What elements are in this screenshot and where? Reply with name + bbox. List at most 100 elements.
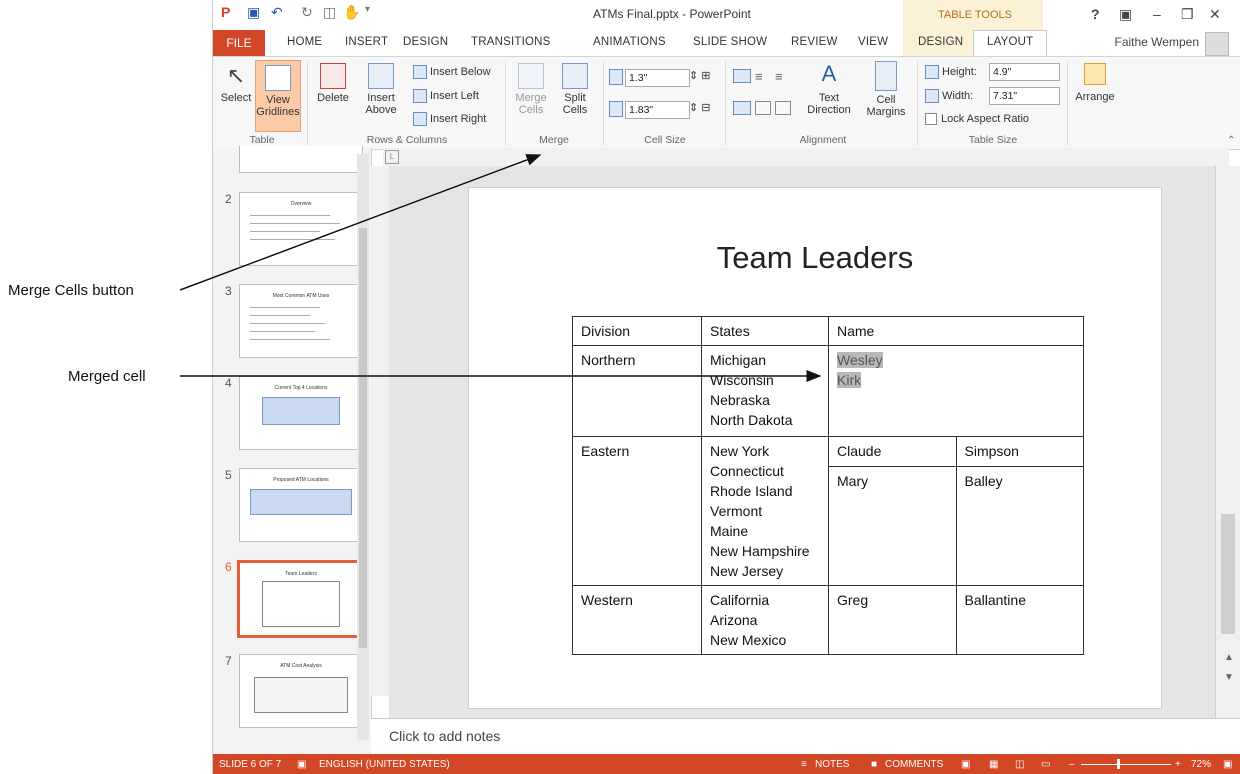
slide-scrollbar[interactable]: ▲ ▼ [1215, 166, 1240, 718]
row-height-input[interactable]: 1.3" [625, 69, 690, 87]
tab-slide-show[interactable]: SLIDE SHOW [693, 36, 767, 48]
avatar[interactable] [1205, 32, 1229, 56]
table-cell[interactable]: Eastern [572, 436, 702, 586]
redo-icon[interactable]: ↻ [301, 4, 313, 21]
table-cell[interactable]: Claude [828, 436, 957, 467]
thumbnail-slide-7[interactable]: ATM Cost Analysis [239, 654, 363, 728]
table-cell[interactable]: Western [572, 585, 702, 655]
zoom-slider[interactable] [1081, 764, 1171, 765]
table-cell[interactable]: Ballantine [955, 585, 1084, 655]
align-center-icon[interactable]: ≡ [755, 69, 763, 84]
close-icon[interactable]: ✕ [1209, 6, 1221, 23]
slide-show-icon[interactable]: ▭ [1041, 759, 1050, 770]
align-left-icon[interactable] [733, 69, 751, 83]
insert-below-button[interactable]: Insert Below [413, 65, 491, 79]
thumbnail-slide-1-partial[interactable] [239, 146, 363, 173]
thumbnail-slide-5[interactable]: Proposed ATM Locations [239, 468, 363, 542]
table-cell[interactable]: Division [572, 316, 702, 346]
align-bottom-icon[interactable] [775, 101, 791, 115]
thumbnail-slide-3[interactable]: Most Common ATM Uses [239, 284, 363, 358]
fit-slide-icon[interactable]: ▣ [1223, 759, 1232, 770]
view-gridlines-button[interactable]: View Gridlines [255, 60, 301, 132]
tab-table-design[interactable]: DESIGN [918, 36, 963, 48]
distribute-rows-icon[interactable]: ⇕ ⊞ [689, 69, 711, 82]
distribute-columns-icon[interactable]: ⇕ ⊟ [689, 101, 711, 114]
tab-review[interactable]: REVIEW [791, 36, 838, 48]
table-cell[interactable]: Northern [572, 345, 702, 437]
insert-left-button[interactable]: Insert Left [413, 89, 479, 103]
thumbnails-scroll-thumb[interactable] [359, 228, 367, 648]
notes-toggle-icon[interactable]: ≡ [801, 759, 807, 770]
insert-above-button[interactable]: Insert Above [361, 63, 401, 116]
table-cell[interactable]: Michigan Wisconsin Nebraska North Dakota [701, 345, 829, 437]
table-cell[interactable]: Simpson [955, 436, 1084, 467]
tab-selector-icon[interactable]: L [385, 150, 399, 164]
team-leaders-table[interactable]: Division States Name Northern Michigan W… [572, 316, 1084, 655]
zoom-in-icon[interactable]: + [1175, 759, 1181, 770]
zoom-out-icon[interactable]: – [1069, 759, 1075, 770]
merge-cells-button[interactable]: Merge Cells [511, 63, 551, 116]
select-button[interactable]: ↖ Select [219, 63, 253, 104]
comments-icon[interactable]: ■ [871, 759, 877, 770]
thumbnail-slide-6-selected[interactable]: Team Leaders [237, 560, 365, 638]
table-cell[interactable]: California Arizona New Mexico [701, 585, 829, 655]
table-width-input[interactable]: 7.31" [989, 87, 1060, 105]
text-direction-button[interactable]: A Text Direction [799, 61, 859, 116]
previous-slide-icon[interactable]: ▲ [1224, 652, 1234, 663]
ribbon-display-icon[interactable]: ▣ [1119, 6, 1132, 23]
tab-home[interactable]: HOME [287, 36, 322, 48]
help-icon[interactable]: ? [1091, 6, 1100, 22]
scroll-thumb[interactable] [1221, 514, 1235, 634]
reading-view-icon[interactable]: ◫ [1015, 759, 1024, 770]
notes-placeholder[interactable]: Click to add notes [389, 728, 500, 744]
notes-toggle-button[interactable]: NOTES [815, 759, 849, 770]
spelling-icon[interactable]: ▣ [297, 759, 306, 770]
insert-right-button[interactable]: Insert Right [413, 112, 486, 126]
cell-margins-button[interactable]: Cell Margins [861, 61, 911, 118]
collapse-ribbon-icon[interactable]: ⌃ [1227, 135, 1235, 146]
table-cell[interactable]: New York Connecticut Rhode Island Vermon… [701, 436, 829, 586]
table-cell[interactable]: Mary [828, 466, 957, 586]
minimize-icon[interactable]: – [1153, 6, 1161, 22]
notes-pane[interactable]: Click to add notes [371, 718, 1240, 755]
slide-title[interactable]: Team Leaders [469, 240, 1161, 276]
touch-mode-icon[interactable]: ✋ [343, 4, 360, 21]
restore-icon[interactable]: ❐ [1181, 6, 1194, 23]
next-slide-icon[interactable]: ▼ [1224, 672, 1234, 683]
language-label[interactable]: ENGLISH (UNITED STATES) [319, 759, 450, 770]
thumbnail-slide-4[interactable]: Current Top 4 Locations [239, 376, 363, 450]
align-middle-icon[interactable] [755, 101, 771, 115]
start-from-beginning-icon[interactable]: ◫ [323, 4, 336, 21]
table-cell[interactable]: Name [828, 316, 1084, 346]
tab-design[interactable]: DESIGN [403, 36, 448, 48]
normal-view-icon[interactable]: ▣ [961, 759, 970, 770]
table-cell[interactable]: Balley [955, 466, 1084, 586]
table-cell[interactable]: States [701, 316, 829, 346]
zoom-level[interactable]: 72% [1191, 759, 1211, 770]
merged-cell[interactable]: Wesley Kirk [828, 345, 1084, 437]
zoom-slider-thumb[interactable] [1117, 759, 1120, 769]
undo-icon[interactable]: ↶ [271, 4, 283, 21]
tab-insert[interactable]: INSERT [345, 36, 388, 48]
thumbnail-slide-2[interactable]: Overview [239, 192, 363, 266]
lock-aspect-ratio-checkbox[interactable]: Lock Aspect Ratio [925, 113, 1029, 126]
column-width-input[interactable]: 1.83" [625, 101, 690, 119]
align-top-icon[interactable] [733, 101, 751, 115]
table-cell[interactable]: Greg [828, 585, 957, 655]
tab-transitions[interactable]: TRANSITIONS [471, 36, 551, 48]
delete-button[interactable]: Delete [313, 63, 353, 104]
slide-6[interactable]: Team Leaders Division States Name Northe… [468, 187, 1162, 709]
split-cells-button[interactable]: Split Cells [555, 63, 595, 116]
tab-file[interactable]: FILE [213, 30, 265, 56]
align-right-icon[interactable]: ≡ [775, 69, 783, 84]
save-icon[interactable]: ▣ [247, 4, 260, 21]
tab-animations[interactable]: ANIMATIONS [593, 36, 666, 48]
tab-table-layout[interactable]: LAYOUT [987, 36, 1033, 48]
customize-qat-icon[interactable]: ▾ [365, 4, 370, 15]
comments-button[interactable]: COMMENTS [885, 759, 943, 770]
tab-view[interactable]: VIEW [858, 36, 888, 48]
table-height-input[interactable]: 4.9" [989, 63, 1060, 81]
user-name[interactable]: Faithe Wempen [1115, 35, 1200, 49]
slide-sorter-icon[interactable]: ▦ [989, 759, 998, 770]
arrange-button[interactable]: Arrange [1071, 63, 1119, 103]
